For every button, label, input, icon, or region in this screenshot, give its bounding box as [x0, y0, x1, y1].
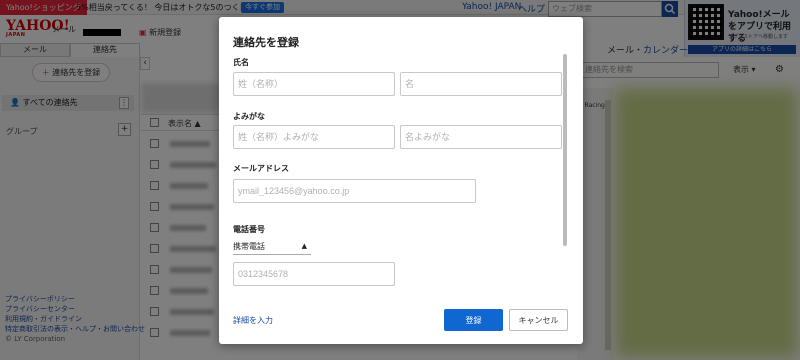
register-button[interactable]: 登録: [444, 309, 503, 331]
phone-label: 電話番号: [233, 225, 265, 234]
first-kana-input[interactable]: [400, 125, 562, 149]
email-input[interactable]: [233, 179, 476, 203]
kana-label: よみがな: [233, 112, 265, 121]
add-contact-dialog: 連絡先を登録 氏名 よみがな メールアドレス 電話番号 携帯電話▲ 詳細を入力 …: [219, 17, 583, 344]
first-name-input[interactable]: [400, 72, 562, 96]
phone-type-select[interactable]: 携帯電話 ▲: [233, 238, 311, 255]
phone-input[interactable]: [233, 262, 395, 286]
dialog-scrollbar[interactable]: [563, 54, 567, 246]
email-label: メールアドレス: [233, 164, 289, 173]
name-label: 氏名: [233, 58, 249, 67]
dialog-title: 連絡先を登録: [233, 36, 299, 49]
enter-details-link[interactable]: 詳細を入力: [233, 315, 273, 326]
last-name-input[interactable]: [233, 72, 395, 96]
cancel-button[interactable]: キャンセル: [509, 309, 568, 331]
last-kana-input[interactable]: [233, 125, 395, 149]
select-arrow-icon: ▲: [301, 242, 307, 250]
